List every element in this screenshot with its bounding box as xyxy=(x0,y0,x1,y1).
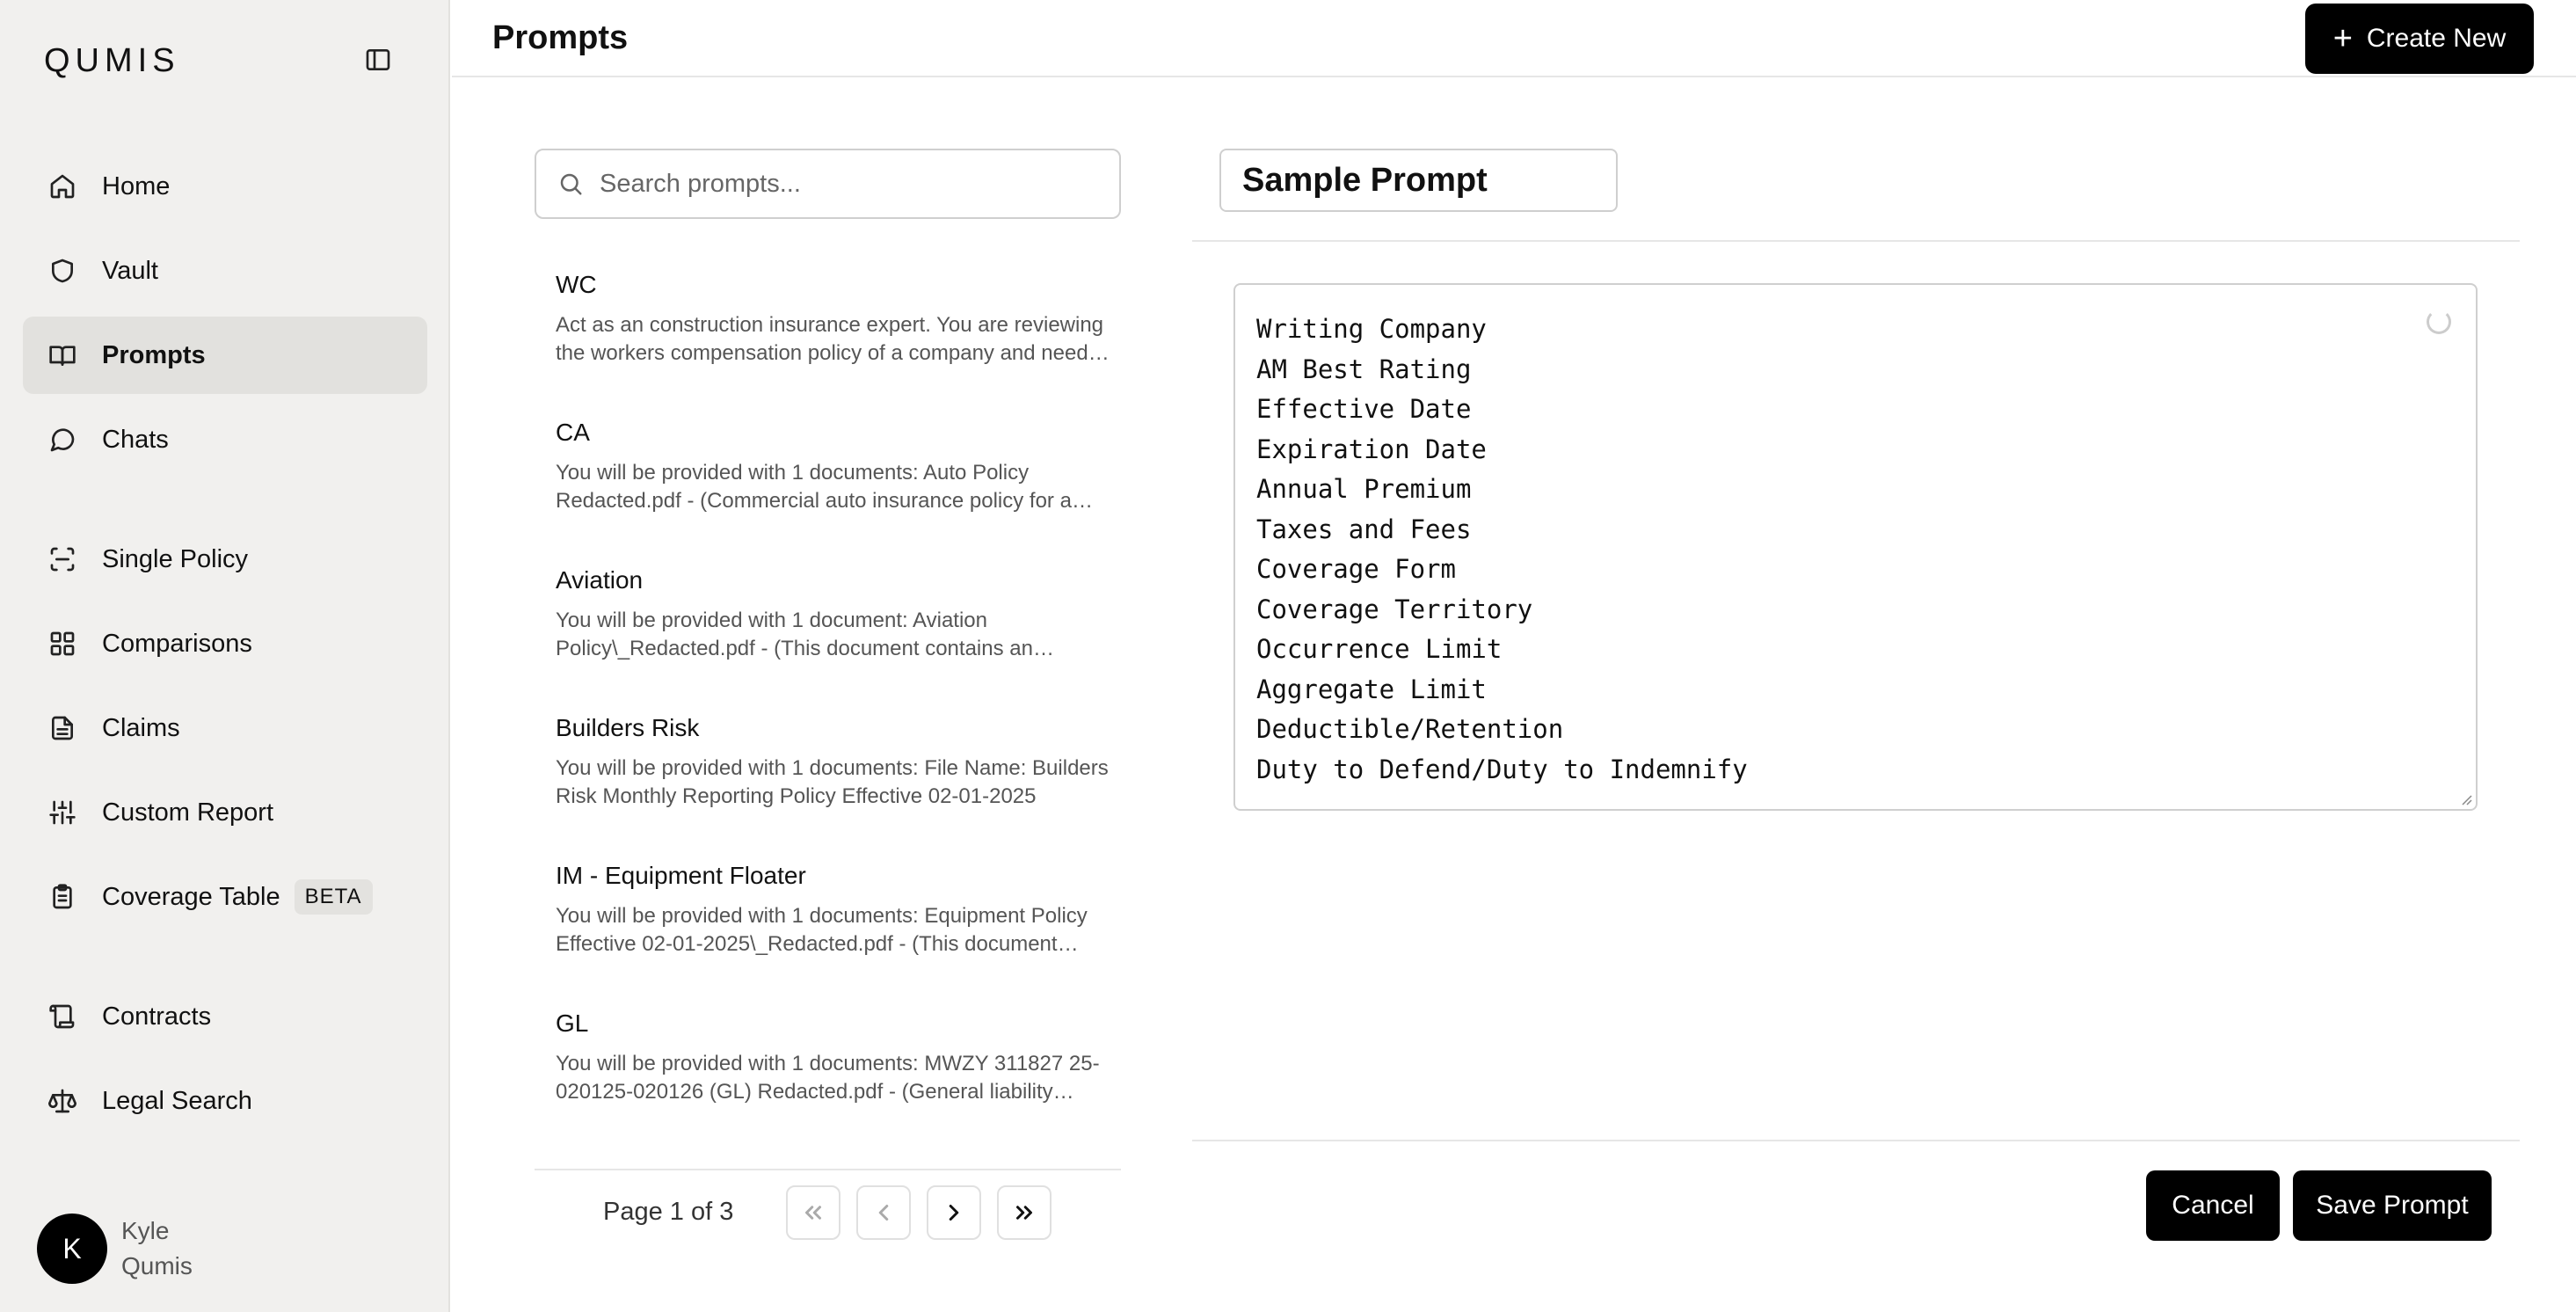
sidebar-item-prompts[interactable]: Prompts xyxy=(23,317,427,394)
sidebar: QUMIS Home Vault Prompts Chats Single Po… xyxy=(0,0,450,1312)
pagination-label: Page 1 of 3 xyxy=(603,1198,734,1226)
sidebar-item-contracts[interactable]: Contracts xyxy=(23,978,427,1055)
home-icon xyxy=(47,171,77,201)
chat-bubble-icon xyxy=(47,425,77,455)
scroll-icon xyxy=(47,1002,77,1031)
prompt-title: CA xyxy=(556,419,590,446)
sidebar-item-label: Prompts xyxy=(102,340,206,369)
sidebar-item-single-policy[interactable]: Single Policy xyxy=(23,521,427,598)
sidebar-item-home[interactable]: Home xyxy=(23,148,427,225)
prompt-description: You will be provided with 1 document: Av… xyxy=(556,609,1033,660)
qumis-logo[interactable]: QUMIS xyxy=(44,42,180,80)
create-new-label: Create New xyxy=(2366,24,2507,53)
previous-page-button[interactable] xyxy=(856,1185,911,1240)
user-name: Kyle Qumis xyxy=(121,1214,193,1284)
plus-icon: + xyxy=(2332,20,2353,57)
prompt-list-item[interactable]: IM - Equipment Floater You will be provi… xyxy=(556,862,1110,958)
create-new-button[interactable]: + Create New xyxy=(2305,4,2534,74)
sidebar-item-coverage-table[interactable]: Coverage Table BETA xyxy=(23,858,427,936)
sliders-icon xyxy=(47,798,77,827)
page-header: Prompts + Create New xyxy=(452,0,2576,77)
sidebar-item-label: Home xyxy=(102,171,171,200)
sidebar-item-label: Single Policy xyxy=(102,544,249,573)
prompt-body-text[interactable]: Writing Company AM Best Rating Effective… xyxy=(1256,310,1748,790)
next-page-button[interactable] xyxy=(927,1185,981,1240)
resize-handle-icon[interactable] xyxy=(2460,793,2472,805)
prompt-list-item[interactable]: Builders Risk You will be provided with … xyxy=(556,714,1110,811)
prompt-list-item[interactable]: GL You will be provided with 1 documents… xyxy=(556,1010,1110,1106)
prompt-description: You will be provided with 1 documents: F… xyxy=(556,756,1109,808)
panel-left-icon xyxy=(366,49,390,70)
save-prompt-button[interactable]: Save Prompt xyxy=(2293,1170,2492,1241)
sidebar-item-label: Chats xyxy=(102,425,169,454)
first-page-button[interactable] xyxy=(786,1185,840,1240)
sidebar-item-label: Claims xyxy=(102,713,180,742)
user-profile[interactable]: K Kyle Qumis xyxy=(37,1214,193,1284)
user-last-name: Qumis xyxy=(121,1252,193,1279)
cancel-button[interactable]: Cancel xyxy=(2146,1170,2280,1241)
user-first-name: Kyle xyxy=(121,1217,170,1244)
search-icon xyxy=(560,173,582,195)
divider xyxy=(535,1169,1121,1170)
prompt-description: You will be provided with 1 documents: A… xyxy=(556,461,1072,513)
prompt-list-item[interactable]: WC Act as an construction insurance expe… xyxy=(556,271,1110,368)
book-open-icon xyxy=(47,340,77,370)
loading-spinner-icon xyxy=(2427,310,2451,334)
sidebar-toggle-button[interactable] xyxy=(360,42,396,77)
shield-icon xyxy=(47,256,77,286)
sidebar-item-custom-report[interactable]: Custom Report xyxy=(23,774,427,851)
file-text-icon xyxy=(47,713,77,743)
sidebar-item-chats[interactable]: Chats xyxy=(23,401,427,478)
chevrons-left-icon xyxy=(805,1206,821,1220)
scan-icon xyxy=(47,544,77,574)
search-box[interactable] xyxy=(535,149,1121,219)
last-page-button[interactable] xyxy=(997,1185,1052,1240)
sidebar-item-claims[interactable]: Claims xyxy=(23,689,427,767)
prompt-description: You will be provided with 1 documents: M… xyxy=(556,1052,1100,1104)
prompt-title: WC xyxy=(556,271,597,298)
prompt-title: GL xyxy=(556,1010,589,1037)
sidebar-item-label: Comparisons xyxy=(102,629,252,658)
sidebar-item-label: Legal Search xyxy=(102,1086,252,1115)
sidebar-item-label: Vault xyxy=(102,256,158,285)
prompt-list-item[interactable]: CA You will be provided with 1 documents… xyxy=(556,419,1110,515)
prompt-body-textarea[interactable]: Writing Company AM Best Rating Effective… xyxy=(1233,283,2478,811)
sidebar-item-legal-search[interactable]: Legal Search xyxy=(23,1062,427,1140)
sidebar-item-label: Custom Report xyxy=(102,798,274,827)
clipboard-list-icon xyxy=(47,882,77,912)
sidebar-item-label: Coverage Table xyxy=(102,882,280,911)
beta-badge: BETA xyxy=(294,879,373,915)
chevron-left-icon xyxy=(878,1205,889,1221)
divider xyxy=(1192,240,2520,242)
prompt-title: IM - Equipment Floater xyxy=(556,862,806,889)
page-title: Prompts xyxy=(492,19,629,56)
prompt-description: Act as an construction insurance expert.… xyxy=(556,313,1104,365)
prompt-title: Aviation xyxy=(556,566,644,594)
grid-icon xyxy=(47,629,77,659)
search-input[interactable] xyxy=(600,169,1092,199)
avatar: K xyxy=(37,1214,107,1284)
prompt-list-item[interactable]: Aviation You will be provided with 1 doc… xyxy=(556,566,1110,663)
chevron-right-icon xyxy=(949,1205,959,1221)
sidebar-item-label: Contracts xyxy=(102,1002,212,1031)
sidebar-item-comparisons[interactable]: Comparisons xyxy=(23,605,427,682)
prompt-title-input[interactable] xyxy=(1219,149,1618,212)
sidebar-item-vault[interactable]: Vault xyxy=(23,232,427,310)
scale-icon xyxy=(47,1086,77,1116)
divider xyxy=(1192,1140,2520,1141)
prompt-title: Builders Risk xyxy=(556,714,700,741)
chevrons-right-icon xyxy=(1016,1206,1032,1220)
prompt-description: You will be provided with 1 documents: E… xyxy=(556,904,1088,956)
